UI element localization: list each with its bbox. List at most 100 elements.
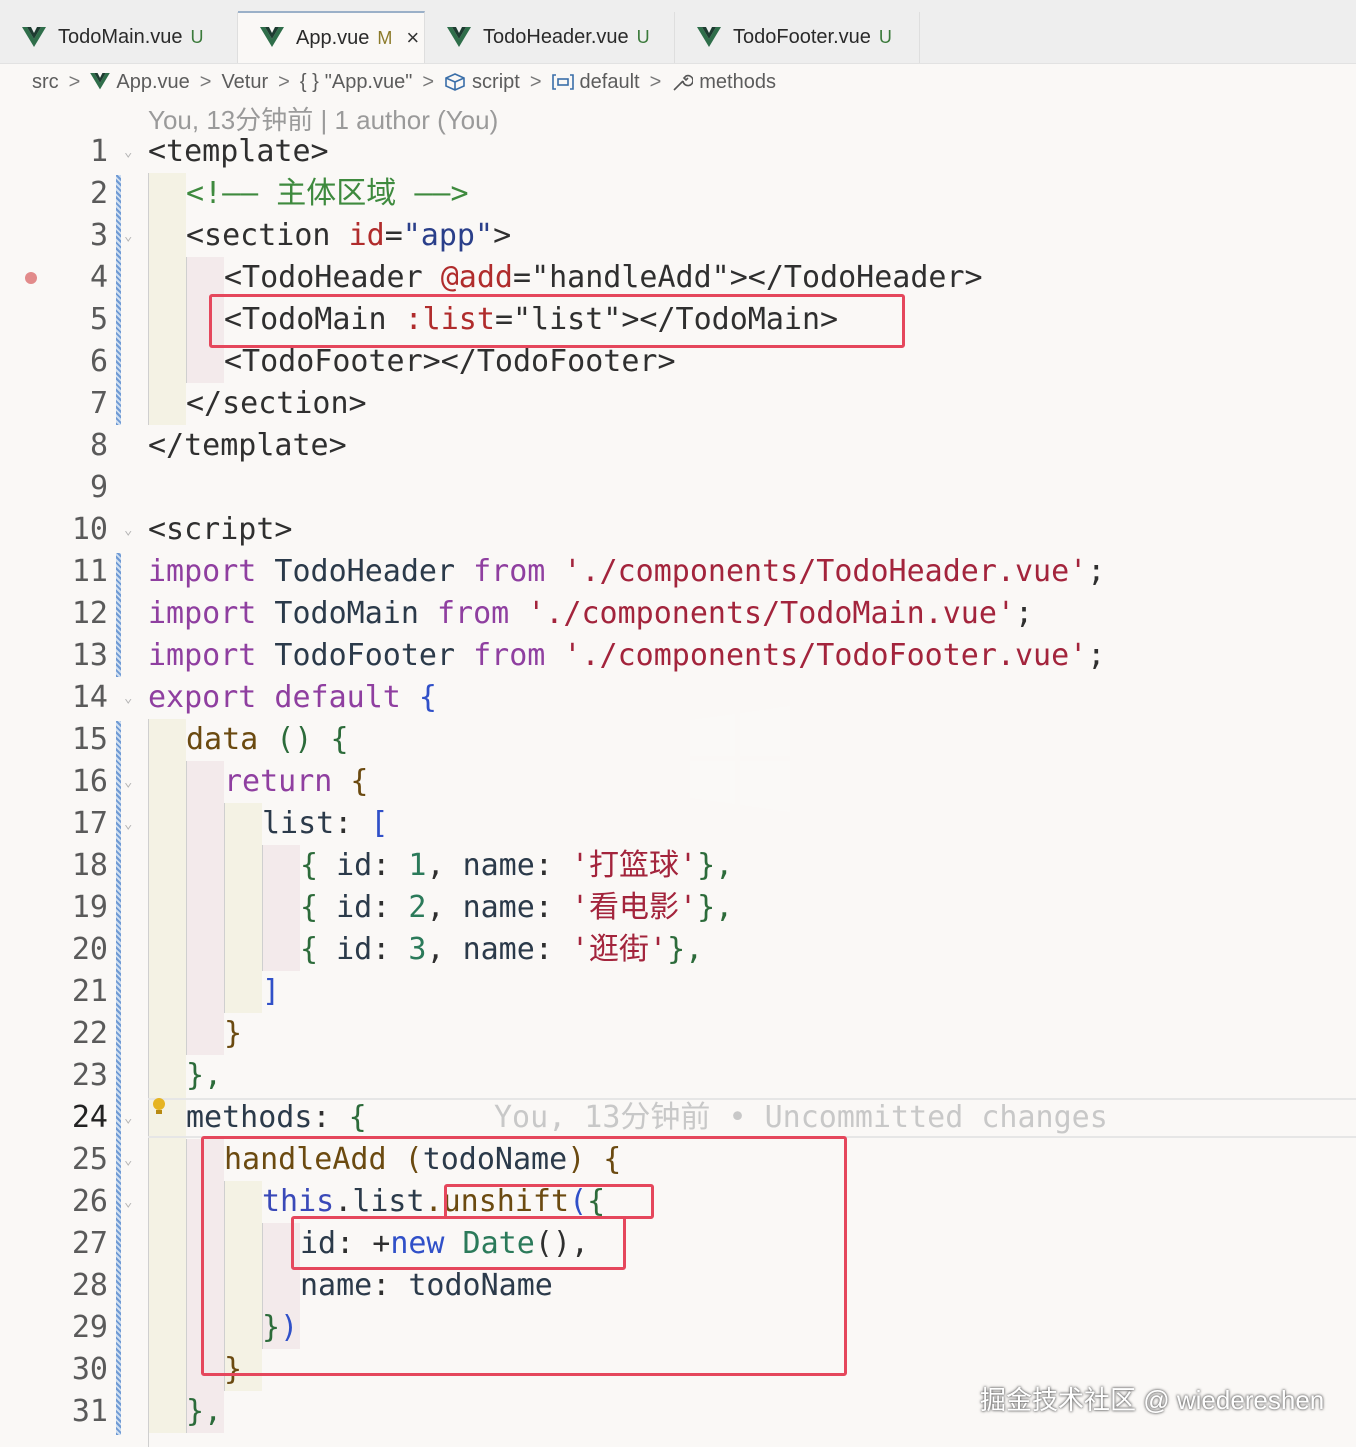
code-token: name xyxy=(462,848,535,883)
code-line[interactable]: 10 ⌄ <script> xyxy=(0,509,1356,551)
code-token: name xyxy=(462,932,535,967)
code-line[interactable]: 12 import TodoMain from './components/Tod… xyxy=(0,593,1356,635)
code-line[interactable]: 2 <!—— 主体区域 ——> xyxy=(0,173,1356,215)
code-token: TodoMain xyxy=(256,596,437,631)
tab-label: TodoMain.vue xyxy=(58,26,183,48)
vue-file-icon xyxy=(447,26,471,47)
breadcrumb-default[interactable]: default xyxy=(580,71,640,94)
breadcrumb-src[interactable]: src xyxy=(32,71,59,94)
fold-chevron-icon[interactable]: ⌄ xyxy=(124,215,132,257)
fold-chevron-icon[interactable]: ⌄ xyxy=(124,1181,132,1223)
line-number: 18 xyxy=(71,848,108,883)
code-line[interactable]: 4 <TodoHeader @add="handleAdd"></TodoHead… xyxy=(0,257,1356,299)
tab-todofooter-vue[interactable]: TodoFooter.vue U xyxy=(675,12,920,63)
code-line[interactable]: 9 xyxy=(0,467,1356,509)
code-token: }, xyxy=(667,932,704,967)
vue-file-icon xyxy=(22,26,46,47)
code-token: './components/TodoHeader.vue' xyxy=(545,554,1088,589)
code-line[interactable]: 13 import TodoFooter from './components/T… xyxy=(0,635,1356,677)
code-token: <template> xyxy=(148,134,329,169)
line-number: 29 xyxy=(71,1310,108,1345)
code-token: export default xyxy=(148,680,401,715)
code-line[interactable]: 19 { id: 2, name: '看电影'}, xyxy=(0,887,1356,929)
code-line[interactable]: 24 ⌄ methods: {You, 13分钟前 • Uncommitted ch… xyxy=(0,1097,1356,1139)
code-token: return { xyxy=(224,761,369,803)
code-token: id xyxy=(318,848,373,883)
code-token: <section id="app"> xyxy=(186,215,511,257)
code-token: TodoFooter xyxy=(256,638,474,673)
code-token: '打篮球' xyxy=(570,848,698,883)
line-number: 27 xyxy=(71,1226,108,1261)
fold-chevron-icon[interactable]: ⌄ xyxy=(124,131,132,173)
code-token: { xyxy=(348,1100,367,1135)
code-token: [ xyxy=(370,806,389,841)
code-token: } xyxy=(224,1016,243,1051)
fold-chevron-icon[interactable]: ⌄ xyxy=(124,761,132,803)
line-number: 5 xyxy=(89,302,108,337)
code-line[interactable]: 20 { id: 3, name: '逛街'}, xyxy=(0,929,1356,971)
line-number: 15 xyxy=(71,722,108,757)
fold-chevron-icon[interactable]: ⌄ xyxy=(124,677,132,719)
code-token: list xyxy=(262,806,335,841)
vue-file-icon xyxy=(697,26,721,47)
fold-chevron-icon[interactable]: ⌄ xyxy=(124,803,132,845)
line-number: 14 xyxy=(71,680,108,715)
line-number: 9 xyxy=(89,470,108,505)
code-token: </template> xyxy=(148,425,347,467)
code-token: }, xyxy=(186,1394,223,1429)
code-line[interactable]: 16 ⌄ return { xyxy=(0,761,1356,803)
fold-chevron-icon[interactable]: ⌄ xyxy=(124,509,132,551)
braces-icon: { } xyxy=(299,70,319,93)
code-line[interactable]: 21] xyxy=(0,971,1356,1013)
tab-todomain-vue[interactable]: TodoMain.vue U xyxy=(0,12,238,63)
line-number: 6 xyxy=(89,344,108,379)
breadcrumb-script[interactable]: script xyxy=(472,71,520,94)
chevron-right-icon: > xyxy=(68,70,81,93)
code-token: import TodoHeader from './components/Tod… xyxy=(148,551,1105,593)
close-icon[interactable]: × xyxy=(406,25,419,51)
code-token: "app" xyxy=(402,218,494,253)
line-number: 20 xyxy=(71,932,108,967)
code-token: <TodoHeader xyxy=(224,260,441,295)
fold-chevron-icon[interactable]: ⌄ xyxy=(124,1097,132,1139)
code-token: <script> xyxy=(148,509,293,551)
code-line[interactable]: 3 ⌄ <section id="app"> xyxy=(0,215,1356,257)
fold-chevron-icon[interactable]: ⌄ xyxy=(124,1139,132,1181)
code-token: }, xyxy=(186,1055,222,1097)
code-token: import xyxy=(148,554,257,589)
code-line[interactable]: 18 { id: 1, name: '打篮球'}, xyxy=(0,845,1356,887)
code-token: data () { xyxy=(186,719,349,761)
code-token: { xyxy=(300,890,319,925)
code-token: from xyxy=(473,638,546,673)
code-line[interactable]: 23}, xyxy=(0,1055,1356,1097)
tab-todoheader-vue[interactable]: TodoHeader.vue U xyxy=(425,12,675,63)
code-token: ; xyxy=(1014,596,1034,631)
code-line[interactable]: 14 ⌄ export default { xyxy=(0,677,1356,719)
code-line[interactable]: 22} xyxy=(0,1013,1356,1055)
code-line[interactable]: 17 ⌄ list: [ xyxy=(0,803,1356,845)
code-line[interactable]: 11 import TodoHeader from './components/T… xyxy=(0,551,1356,593)
tab-app-vue[interactable]: App.vue M × xyxy=(238,11,425,63)
code-token: <!—— 主体区域 ——> xyxy=(186,176,469,211)
tab-label: TodoFooter.vue xyxy=(733,26,871,48)
breadcrumb-vetur[interactable]: Vetur xyxy=(221,71,268,94)
code-line[interactable]: 7 </section> xyxy=(0,383,1356,425)
code-line[interactable]: 1 ⌄ <template> xyxy=(0,131,1356,173)
code-token: id xyxy=(318,932,373,967)
code-token: </section> xyxy=(186,386,367,421)
breadcrumb-methods[interactable]: methods xyxy=(699,71,776,94)
code-token: list: [ xyxy=(262,803,388,845)
line-number: 23 xyxy=(71,1058,108,1093)
code-token: </template> xyxy=(148,428,347,463)
editor-tab-bar: TodoMain.vue U App.vue M × TodoHeader.vu… xyxy=(0,0,1356,64)
code-token: { xyxy=(312,722,349,757)
tab-label: App.vue xyxy=(296,26,370,49)
code-token: 1 xyxy=(408,848,427,883)
breadcrumb-vetur-file[interactable]: "App.vue" xyxy=(325,71,413,94)
code-token: ; xyxy=(1087,638,1106,673)
breadcrumb-file[interactable]: App.vue xyxy=(116,71,189,94)
code-line[interactable]: 15 data () { xyxy=(0,719,1356,761)
code-token: data xyxy=(186,722,259,757)
code-token: from xyxy=(437,596,510,631)
code-line[interactable]: 8 </template> xyxy=(0,425,1356,467)
